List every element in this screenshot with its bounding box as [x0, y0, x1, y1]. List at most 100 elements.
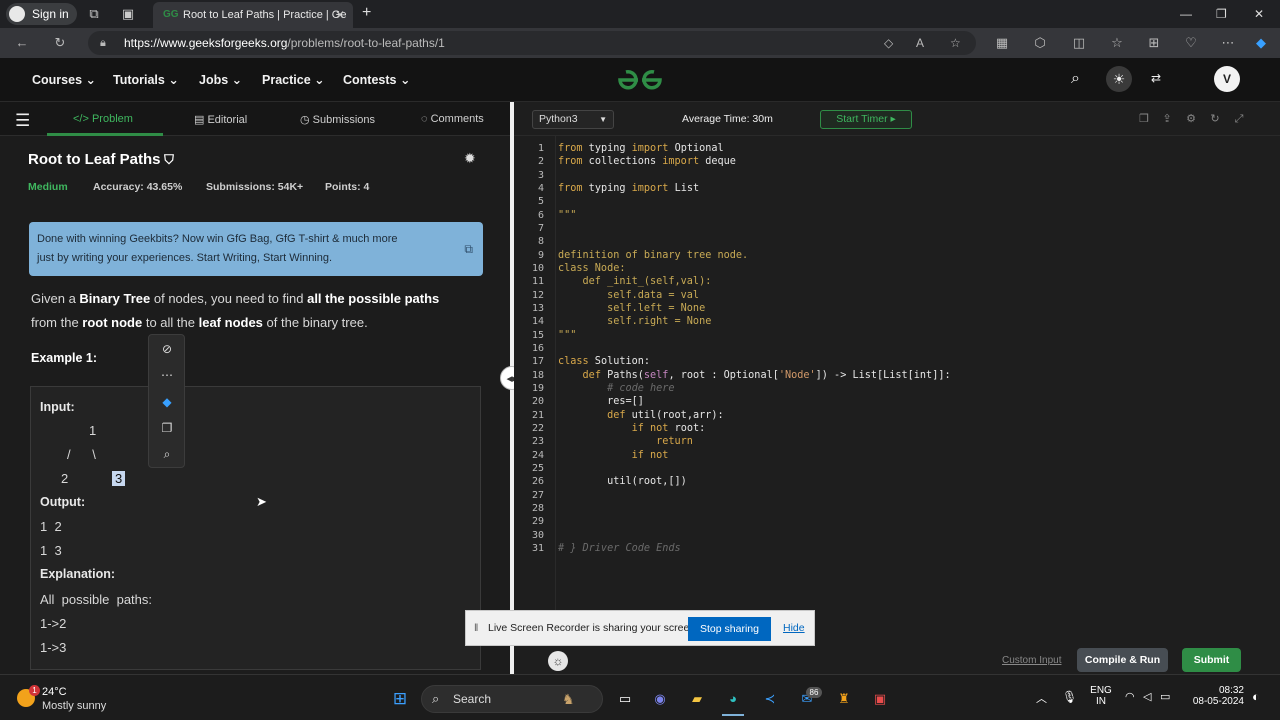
weather-temp: 24°C [42, 686, 67, 698]
hide-button[interactable]: Hide [783, 622, 805, 634]
output-line: 1 2 [40, 519, 62, 534]
bookmark-icon[interactable]: ⛉ [161, 152, 174, 167]
extensions-icon[interactable]: ⬡ [1032, 35, 1048, 51]
line-number: 12 [531, 289, 544, 301]
favorite-star-icon[interactable]: ☆ [950, 31, 961, 55]
language-select[interactable]: Python3 ▼ [532, 110, 614, 129]
search-icon[interactable]: ⌕ [1071, 70, 1080, 88]
nav-contests[interactable]: Contests ⌄ [343, 72, 410, 87]
browser-tab-active[interactable]: GG Root to Leaf Paths | Practice | Ge ✕ [153, 2, 353, 28]
tab-comments[interactable]: ◌ Comments [421, 113, 484, 125]
taskbar-search[interactable]: ⌕ Search ♞ [421, 685, 603, 713]
file-explorer-icon[interactable]: ▰ [686, 688, 708, 710]
url-field[interactable]: 🔒︎ https://www.geeksforgeeks.org/problem… [88, 31, 976, 55]
clock-icon: ◷ [300, 114, 310, 126]
hamburger-menu-icon[interactable]: ☰ [15, 111, 30, 131]
start-timer-button[interactable]: Start Timer ▸ [820, 110, 912, 129]
language-indicator[interactable]: ENG IN [1090, 685, 1112, 707]
refresh-icon[interactable]: ↻ [52, 35, 68, 51]
search-icon[interactable]: ⌕ [159, 446, 175, 462]
close-window-icon[interactable]: ✕ [1254, 6, 1264, 22]
code-editor[interactable]: from typing import Optional from collecti… [558, 136, 1280, 612]
edge-browser-icon[interactable]: ◕ [722, 688, 744, 710]
settings-gear-icon[interactable]: ⚙ [1184, 112, 1198, 126]
wifi-icon[interactable]: ◠ [1125, 690, 1135, 703]
windows-start-icon[interactable]: ⊞ [389, 688, 411, 710]
compile-run-button[interactable]: Compile & Run [1077, 648, 1168, 672]
line-number: 5 [537, 196, 544, 208]
copilot-icon[interactable]: ◆ [159, 394, 175, 410]
gfg-logo[interactable] [614, 67, 666, 93]
task-view-icon[interactable]: ▭ [614, 688, 636, 710]
browser-tab-bar: Sign in ⧉ ▣ GG Root to Leaf Paths | Prac… [0, 0, 1280, 28]
minimize-icon[interactable]: — [1180, 6, 1192, 22]
vscode-icon[interactable]: ≺ [759, 688, 781, 710]
microphone-icon[interactable]: 🎙︎ [1062, 690, 1077, 704]
battery-icon[interactable]: ▭ [1160, 690, 1170, 703]
stop-sharing-button[interactable]: Stop sharing [688, 617, 771, 641]
rewards-icon[interactable]: ♜ [833, 688, 855, 710]
hint-bulb-icon[interactable]: ☼ [548, 651, 568, 671]
code-line: self.right = None [558, 316, 712, 328]
export-icon[interactable]: ⇪ [1160, 112, 1174, 126]
report-bug-icon[interactable]: ✹ [464, 150, 476, 167]
nav-practice[interactable]: Practice ⌄ [262, 72, 325, 87]
tab-actions-icon[interactable]: ▣ [120, 6, 136, 22]
tab-problem[interactable]: </> Problem [73, 113, 133, 125]
more-options-icon[interactable]: ⋯ [159, 367, 175, 383]
collections-icon[interactable]: ⊞ [1146, 35, 1162, 51]
new-tab-icon[interactable]: + [362, 4, 371, 22]
workspaces-icon[interactable]: ⧉ [86, 6, 102, 22]
example-box: Input: 1 / \ 2 3 Output: 1 2 1 3 Explana… [30, 386, 481, 670]
theme-toggle-icon[interactable]: ☀ [1106, 66, 1132, 92]
nav-tutorials[interactable]: Tutorials ⌄ [113, 72, 179, 87]
code-line: """ [558, 209, 577, 221]
recorder-app-icon[interactable]: ▣ [869, 688, 891, 710]
chat-icon[interactable]: ◉ [649, 688, 671, 710]
tree-right: 3 [112, 471, 126, 486]
hide-toolbar-icon[interactable]: ⊘ [159, 341, 175, 357]
line-number: 21 [531, 409, 544, 421]
custom-input-link[interactable]: Custom Input [1002, 655, 1061, 666]
promo-banner[interactable]: Done with winning Geekbits? Now win GfG … [29, 222, 483, 276]
profile-icon [9, 6, 25, 22]
back-icon[interactable]: ← [14, 35, 30, 51]
fullscreen-icon[interactable]: ⤢ [1232, 112, 1246, 126]
clock[interactable]: 08:32 08-05-2024 [1192, 685, 1244, 707]
screenshot-icon[interactable]: ▦ [994, 35, 1010, 51]
browser-essentials-icon[interactable]: ♡ [1183, 35, 1199, 51]
submit-button[interactable]: Submit [1182, 648, 1241, 672]
tracking-icon[interactable]: ◇ [884, 31, 893, 55]
copy-code-icon[interactable]: ❐ [1137, 112, 1151, 126]
chevron-down-icon: ⌄ [85, 73, 96, 87]
code-line: if not root: [631, 422, 706, 434]
sign-in-button[interactable]: Sign in [6, 3, 77, 25]
nav-jobs[interactable]: Jobs ⌄ [199, 72, 242, 87]
line-number: 30 [531, 529, 544, 541]
external-link-icon[interactable]: ⧉ [464, 240, 473, 259]
split-screen-icon[interactable]: ◫ [1071, 35, 1087, 51]
problem-title: Root to Leaf Paths ⛉ [28, 151, 174, 168]
maximize-icon[interactable]: ❐ [1216, 6, 1227, 22]
close-tab-icon[interactable]: ✕ [335, 2, 345, 28]
copilot-icon[interactable]: ◆ [1253, 35, 1269, 51]
copy-icon[interactable]: ❐ [159, 420, 175, 436]
tab-submissions[interactable]: ◷ Submissions [300, 113, 375, 126]
teams-badge: 86 [806, 687, 822, 698]
pause-icon: ‖ [474, 622, 479, 634]
more-menu-icon[interactable]: ⋯ [1220, 35, 1236, 51]
volume-icon[interactable]: ◁ [1143, 690, 1151, 703]
line-number: 14 [531, 316, 544, 328]
chevron-up-icon[interactable]: ︿ [1036, 690, 1047, 706]
document-icon: ▤ [194, 114, 205, 126]
notifications-icon[interactable]: ◐ [1252, 689, 1260, 704]
nav-courses[interactable]: Courses ⌄ [32, 72, 96, 87]
output-line: 1 3 [40, 543, 62, 558]
difficulty-badge: Medium [28, 181, 68, 193]
avatar[interactable]: V [1214, 66, 1240, 92]
favorites-icon[interactable]: ☆ [1109, 35, 1125, 51]
read-aloud-icon[interactable]: A [916, 31, 924, 55]
reset-icon[interactable]: ↻ [1208, 112, 1222, 126]
tab-editorial[interactable]: ▤ Editorial [194, 113, 247, 126]
translate-icon[interactable]: ⇄ [1151, 71, 1161, 85]
